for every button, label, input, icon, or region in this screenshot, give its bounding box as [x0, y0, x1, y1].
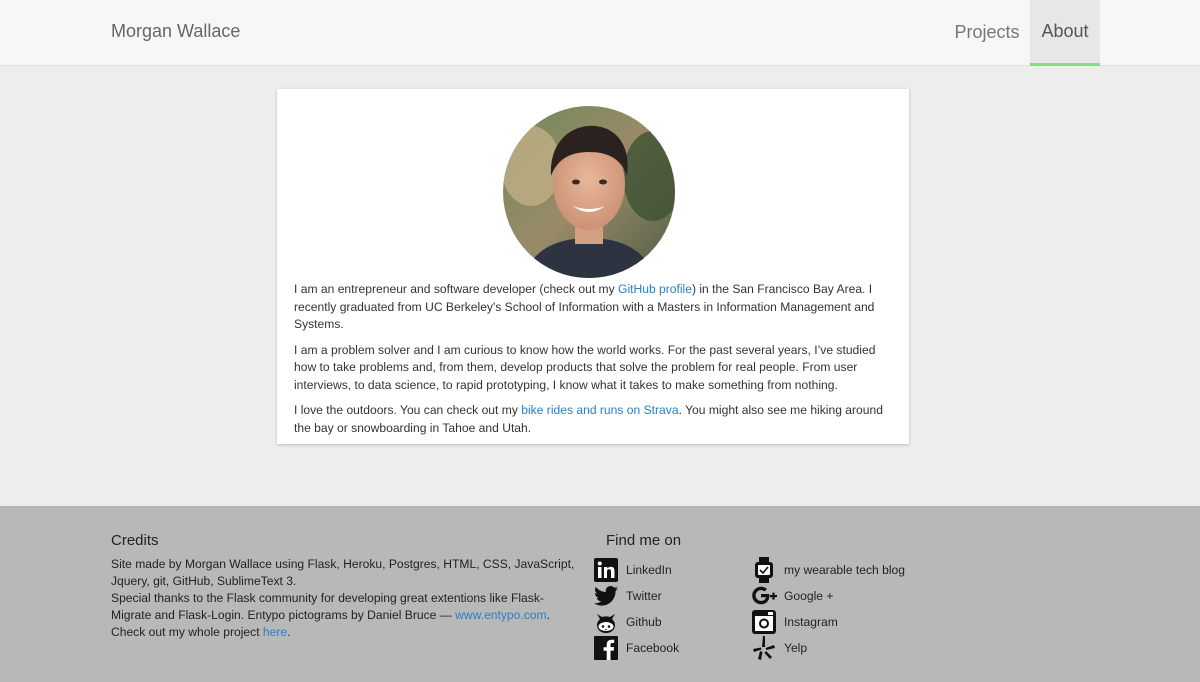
credits-text: Site made by Morgan Wallace using Flask,… — [111, 557, 575, 639]
nav-projects-link[interactable]: Projects — [946, 0, 1028, 66]
watch-icon — [751, 557, 777, 583]
nav-about-link[interactable]: About — [1030, 0, 1100, 66]
linkedin-icon — [593, 557, 619, 583]
find-me-title: Find me on — [606, 532, 682, 549]
bio: I am an entrepreneur and software develo… — [294, 281, 894, 445]
wearable-blog-link[interactable]: my wearable tech blog — [751, 557, 905, 583]
project-link[interactable]: here — [263, 625, 287, 639]
footer: Credits Site made by Morgan Wallace usin… — [0, 506, 1200, 682]
avatar — [503, 106, 675, 278]
navbar: Morgan Wallace Projects About — [0, 0, 1200, 66]
brand-link[interactable]: Morgan Wallace — [111, 21, 240, 42]
facebook-icon — [593, 635, 619, 661]
github-profile-link[interactable]: GitHub profile — [618, 282, 692, 296]
github-link[interactable]: Github — [593, 610, 662, 634]
instagram-icon — [751, 609, 777, 635]
profile-photo-icon — [503, 106, 675, 278]
bio-paragraph-2: I am a problem solver and I am curious t… — [294, 342, 876, 392]
facebook-link[interactable]: Facebook — [593, 636, 679, 660]
yelp-icon — [751, 635, 777, 661]
credits-title: Credits — [111, 532, 159, 549]
about-card: I am an entrepreneur and software develo… — [277, 89, 909, 444]
yelp-link[interactable]: Yelp — [751, 636, 807, 660]
github-icon — [593, 609, 619, 635]
google-plus-icon — [751, 583, 777, 609]
bio-paragraph-3: I love the outdoors. You can check out m… — [294, 403, 883, 435]
instagram-link[interactable]: Instagram — [751, 610, 838, 634]
twitter-icon — [593, 583, 619, 609]
bio-paragraph-1: I am an entrepreneur and software develo… — [294, 282, 875, 331]
entypo-link[interactable]: www.entypo.com — [455, 608, 546, 622]
google-plus-link[interactable]: Google + — [751, 584, 833, 608]
twitter-link[interactable]: Twitter — [593, 584, 662, 608]
strava-link[interactable]: bike rides and runs on Strava — [521, 403, 678, 417]
linkedin-link[interactable]: LinkedIn — [593, 558, 672, 582]
